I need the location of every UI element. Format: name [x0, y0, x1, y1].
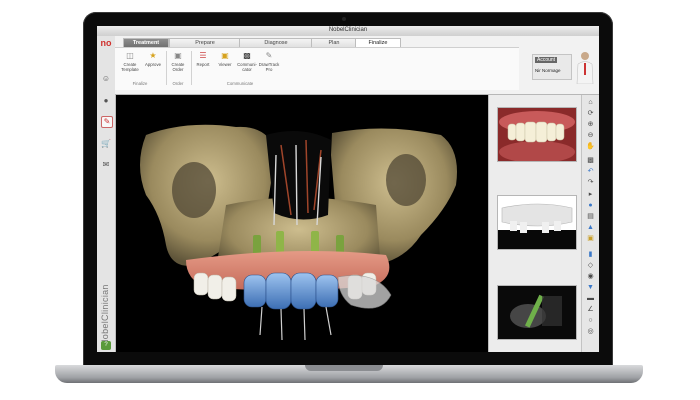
group-finalize: Finalize — [132, 81, 148, 86]
account-title: Account — [535, 57, 558, 63]
sphere-icon[interactable]: ● — [586, 202, 595, 210]
thumbnail-ct-slice[interactable] — [497, 285, 577, 340]
cart-icon[interactable]: 🛒 — [101, 139, 111, 149]
plan-icon[interactable]: ✎ — [101, 116, 113, 128]
handshake-icon[interactable]: ✉ — [101, 160, 111, 170]
left-sidebar: no ☺ ● ✎ 🛒 ✉ NobelClinician ? — [97, 36, 116, 352]
report-button[interactable]: ☰ Report — [192, 51, 214, 77]
help-icon[interactable]: ? — [101, 341, 111, 350]
ribbon-toolbar: Treatment Prepare Diagnose Plan Finalize… — [115, 36, 599, 95]
ruler-icon[interactable]: ▬ — [586, 295, 595, 303]
redo-icon[interactable]: ↷ — [586, 179, 595, 187]
communicator-button[interactable]: ▩ Communi-cator — [236, 51, 258, 77]
app-window: NobelClinician no ☺ ● ✎ 🛒 ✉ NobelClinici… — [97, 26, 599, 352]
approve-label: Approve — [144, 62, 161, 67]
pan-icon[interactable]: ✋ — [586, 143, 595, 151]
group-communicate: Communicate — [226, 81, 254, 86]
viewer-label: Viewer — [218, 62, 232, 67]
zoom-in-icon[interactable]: ⊕ — [586, 121, 595, 129]
implant-icon[interactable]: ▮ — [586, 251, 595, 259]
eye-icon[interactable]: ◎ — [586, 328, 595, 336]
communicator-label: Communi-cator — [237, 62, 257, 72]
vertical-brand-label: NobelClinician — [100, 284, 110, 346]
zoom-out-icon[interactable]: ⊖ — [586, 132, 595, 140]
report-icon: ☰ — [199, 51, 207, 60]
camera-dot — [342, 17, 346, 21]
create-order-label: Create Order — [171, 62, 185, 72]
thumbnail-3d-model[interactable] — [497, 195, 577, 250]
ribbon-panel: ◫ Create Template ★ Approve Finalize ▣ C… — [115, 47, 519, 90]
template-icon: ◫ — [126, 51, 134, 60]
thumbnail-intraoral-photo[interactable] — [497, 107, 577, 162]
account-box[interactable]: Account Nir Normage — [532, 54, 572, 80]
laptop-notch — [305, 365, 383, 371]
window-title: NobelClinician — [328, 27, 368, 33]
group-order: Order — [172, 81, 184, 86]
create-template-label: Create Template — [121, 62, 139, 72]
drawtrack-label: DrawTrack Pro — [258, 62, 280, 72]
layers-icon[interactable]: ▤ — [586, 213, 595, 221]
sidebar-item-patient[interactable]: ● — [101, 96, 111, 106]
undo-icon[interactable]: ↶ — [586, 168, 595, 176]
account-panel[interactable]: Account Nir Normage — [532, 50, 597, 86]
approve-button[interactable]: ★ Approve — [142, 51, 164, 77]
abutment-icon[interactable]: ◇ — [586, 262, 595, 270]
screw-icon[interactable]: ▼ — [586, 284, 595, 292]
thumbnail-panel — [488, 95, 582, 352]
measure-icon[interactable]: ▸ — [586, 191, 595, 199]
viewer-button[interactable]: ▣ Viewer — [214, 51, 236, 77]
brand-logo: no — [100, 38, 112, 48]
viewer-icon: ▣ — [221, 51, 229, 60]
drawtrack-button[interactable]: ✎ DrawTrack Pro — [258, 51, 280, 77]
account-user: Nir Normage — [535, 68, 561, 73]
skull-render — [140, 124, 457, 341]
tube-icon[interactable]: ○ — [586, 317, 595, 325]
3d-viewport[interactable] — [116, 95, 488, 352]
order-cart-icon: ▣ — [174, 51, 182, 60]
note-icon[interactable]: ▣ — [586, 235, 595, 243]
rotate-icon[interactable]: ⟳ — [586, 110, 595, 118]
angle-icon[interactable]: ∠ — [586, 306, 595, 314]
tool-column: ⌂ ⟳ ⊕ ⊖ ✋ ▩ ↶ ↷ ▸ ● ▤ ▲ ▣ ▮ ◇ ◉ ▼ ▬ ∠ ○ … — [581, 95, 599, 352]
patient-icon[interactable]: ☺ — [101, 74, 111, 84]
communicator-icon: ▩ — [243, 51, 251, 60]
report-label: Report — [196, 62, 210, 67]
home-icon[interactable]: ⌂ — [586, 99, 595, 107]
create-order-button[interactable]: ▣ Create Order — [167, 51, 189, 77]
create-template-button[interactable]: ◫ Create Template — [119, 51, 141, 77]
approve-icon: ★ — [149, 51, 157, 60]
teeth-icon[interactable]: ◉ — [586, 273, 595, 281]
save-icon[interactable]: ▩ — [586, 157, 595, 165]
fill-icon[interactable]: ▲ — [586, 224, 595, 232]
doctor-avatar — [576, 52, 594, 84]
draw-icon: ✎ — [265, 51, 273, 60]
